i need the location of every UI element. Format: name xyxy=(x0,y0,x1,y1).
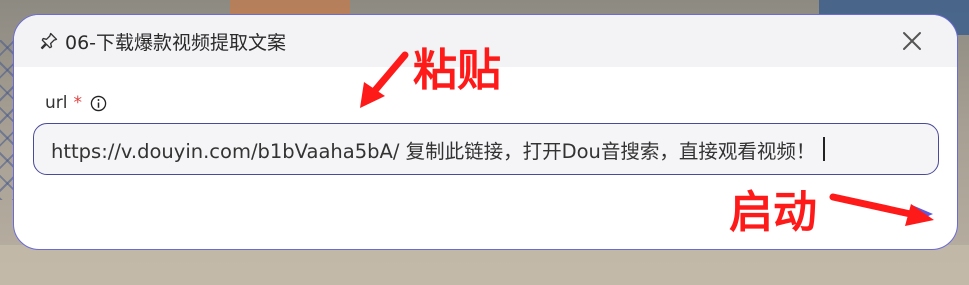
background-floor xyxy=(0,245,969,285)
text-caret xyxy=(823,137,826,161)
url-input[interactable]: https://v.douyin.com/b1bVaaha5bA/ 复制此链接，… xyxy=(33,123,939,175)
dialog-title: 06-下载爆款视频提取文案 xyxy=(65,31,287,54)
pin-icon xyxy=(39,31,59,51)
info-icon[interactable] xyxy=(90,95,107,112)
send-icon[interactable] xyxy=(909,201,935,227)
start-annotation: 启动 xyxy=(729,187,817,238)
paste-annotation: 粘贴 xyxy=(413,45,501,96)
url-input-value: https://v.douyin.com/b1bVaaha5bA/ 复制此链接，… xyxy=(51,139,816,163)
required-mark: * xyxy=(73,93,83,113)
url-label-text: url xyxy=(45,93,68,113)
close-icon[interactable] xyxy=(899,28,925,54)
url-field-label: url * xyxy=(45,93,107,113)
